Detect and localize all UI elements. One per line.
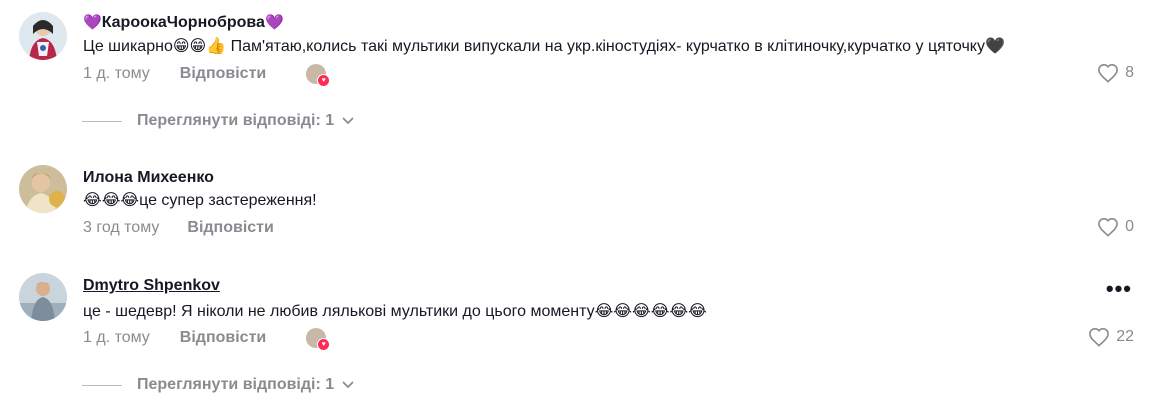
heart-outline-icon	[1098, 63, 1119, 83]
avatar-image	[19, 165, 67, 213]
comment-item: 💜КароокаЧорноброва💜 Це шикарно😁😁👍 Пам'ят…	[0, 0, 1149, 150]
author-name[interactable]: Илона Михеенко	[83, 168, 214, 188]
heart-outline-icon	[1098, 217, 1119, 237]
author-name[interactable]: Dmytro Shpenkov	[83, 276, 220, 296]
divider-line	[82, 384, 122, 386]
like-count: 22	[1116, 328, 1134, 345]
purple-heart-icon: 💜	[83, 14, 102, 31]
comment-time: 3 год тому	[83, 219, 160, 236]
like-button[interactable]: 22	[1088, 327, 1134, 347]
comment-meta: 3 год тому Відповісти	[83, 218, 274, 238]
purple-heart-icon: 💜	[264, 14, 284, 31]
avatar[interactable]	[19, 165, 67, 213]
like-count: 0	[1125, 218, 1134, 235]
reply-button[interactable]: Відповісти	[180, 328, 266, 348]
like-count: 8	[1125, 64, 1134, 81]
comment-meta: 1 д. тому Відповісти ♥	[83, 328, 331, 351]
view-replies-button[interactable]: Переглянути відповіді: 1	[82, 112, 354, 130]
more-horizontal-icon[interactable]: •••	[1106, 276, 1132, 302]
comment-text: 😂😂😂це супер застереження!	[83, 192, 317, 209]
comment-meta: 1 д. тому Відповісти ♥	[83, 64, 331, 87]
chevron-down-icon	[342, 378, 354, 392]
heart-outline-icon	[1089, 327, 1110, 347]
comment-item: Dmytro Shpenkov ••• це - шедевр! Я нікол…	[0, 260, 1149, 402]
reply-button[interactable]: Відповісти	[187, 218, 273, 238]
like-button[interactable]: 0	[1097, 217, 1134, 237]
avatar[interactable]	[19, 12, 67, 60]
avatar-image	[19, 273, 67, 321]
comment-item: Илона Михеенко 😂😂😂це супер застереження!…	[0, 150, 1149, 260]
heart-badge-icon: ♥	[317, 338, 331, 351]
comment-text: це - шедевр! Я ніколи не любив лялькові …	[83, 303, 707, 320]
author-name: КароокаЧорноброва	[101, 14, 265, 31]
like-button[interactable]: 8	[1097, 63, 1134, 83]
chevron-down-icon	[342, 114, 354, 128]
avatar-image	[19, 12, 67, 60]
reply-button[interactable]: Відповісти	[180, 64, 266, 84]
divider-line	[82, 120, 122, 122]
view-replies-label: Переглянути відповіді: 1	[137, 376, 335, 393]
comment-author[interactable]: 💜КароокаЧорноброва💜	[83, 13, 284, 33]
comment-text: Це шикарно😁😁👍 Пам'ятаю,колись такі мульт…	[83, 38, 1005, 55]
view-replies-button[interactable]: Переглянути відповіді: 1	[82, 376, 354, 394]
creator-liked-avatar: ♥	[306, 328, 331, 351]
avatar[interactable]	[19, 273, 67, 321]
comment-time: 1 д. тому	[83, 329, 150, 346]
view-replies-label: Переглянути відповіді: 1	[137, 112, 335, 129]
heart-badge-icon: ♥	[317, 74, 331, 87]
comment-time: 1 д. тому	[83, 65, 150, 82]
creator-liked-avatar: ♥	[306, 64, 331, 87]
